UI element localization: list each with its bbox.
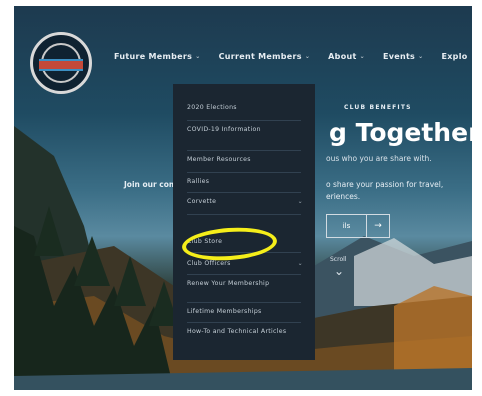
nav-item-events[interactable]: Events ⌄: [383, 52, 424, 61]
chevron-down-icon: ⌄: [359, 53, 365, 60]
menu-item-label: Member Resources: [187, 156, 251, 163]
hero-title: g Together: [329, 118, 472, 147]
menu-item-club-officers[interactable]: Club Officers ⌄: [187, 260, 303, 268]
main-nav: Future Members ⌄ Current Members ⌄ About…: [114, 52, 468, 61]
menu-item-label: Lifetime Memberships: [187, 308, 262, 315]
chevron-down-icon: ⌄: [418, 53, 424, 60]
nav-item-label: About: [328, 52, 357, 61]
club-logo[interactable]: [30, 32, 92, 94]
menu-divider: [187, 302, 301, 303]
scroll-label: Scroll: [330, 256, 347, 263]
nav-item-label: Events: [382, 52, 416, 61]
menu-item-label: Rallies: [187, 178, 210, 185]
menu-divider: [187, 120, 301, 121]
hero-join-text-right: o share your passion for travel,: [326, 180, 444, 189]
hero-join-text-left: Join our com: [124, 180, 177, 189]
menu-item-2020-elections[interactable]: 2020 Elections: [187, 104, 303, 112]
menu-divider: [187, 322, 301, 323]
nav-item-label: Explo: [441, 52, 468, 61]
nav-item-explore[interactable]: Explo: [441, 52, 467, 61]
hero-join-text-right-line2: eriences.: [326, 192, 361, 201]
hero-subtitle: ous who you are share with.: [326, 154, 432, 163]
menu-item-label: Club Officers: [187, 260, 231, 267]
hero-eyebrow: CLUB BENEFITS: [344, 104, 412, 111]
menu-divider: [187, 274, 301, 275]
menu-item-rallies[interactable]: Rallies: [187, 178, 303, 186]
nav-item-future-members[interactable]: Future Members ⌄: [114, 52, 201, 61]
menu-item-lifetime-memberships[interactable]: Lifetime Memberships: [187, 308, 303, 316]
chevron-down-icon: ⌄: [297, 198, 303, 205]
hero-details-button[interactable]: ils: [326, 214, 366, 238]
menu-item-label: COVID-19 Information: [187, 126, 261, 133]
arrow-right-icon[interactable]: →: [366, 214, 390, 238]
nav-item-label: Future Members: [114, 52, 193, 61]
menu-item-label: Renew Your Membership: [187, 280, 270, 287]
nav-item-current-members[interactable]: Current Members ⌄: [219, 52, 311, 61]
menu-item-label: How-To and Technical Articles: [187, 328, 287, 335]
menu-item-member-resources[interactable]: Member Resources: [187, 156, 303, 164]
current-members-dropdown: 2020 Elections COVID-19 Information Memb…: [173, 84, 315, 360]
menu-item-label: Corvette: [187, 198, 217, 205]
menu-divider: [187, 150, 301, 151]
menu-item-renew-your-membership[interactable]: Renew Your Membership: [187, 280, 303, 288]
menu-divider: [187, 214, 301, 215]
menu-divider: [187, 172, 301, 173]
menu-item-how-to-technical-articles[interactable]: How-To and Technical Articles: [187, 328, 303, 336]
chevron-down-icon: ⌄: [297, 260, 303, 267]
menu-item-corvette[interactable]: Corvette ⌄: [187, 198, 303, 206]
menu-divider: [187, 192, 301, 193]
logo-band: [39, 59, 83, 71]
chevron-down-icon: ⌄: [304, 53, 311, 60]
chevron-down-icon[interactable]: ⌄: [334, 264, 344, 278]
nav-item-about[interactable]: About ⌄: [328, 52, 365, 61]
chevron-down-icon: ⌄: [195, 53, 201, 60]
menu-item-covid-19-information[interactable]: COVID-19 Information: [187, 126, 303, 134]
nav-item-label: Current Members: [218, 52, 302, 61]
menu-item-label: 2020 Elections: [187, 104, 237, 111]
